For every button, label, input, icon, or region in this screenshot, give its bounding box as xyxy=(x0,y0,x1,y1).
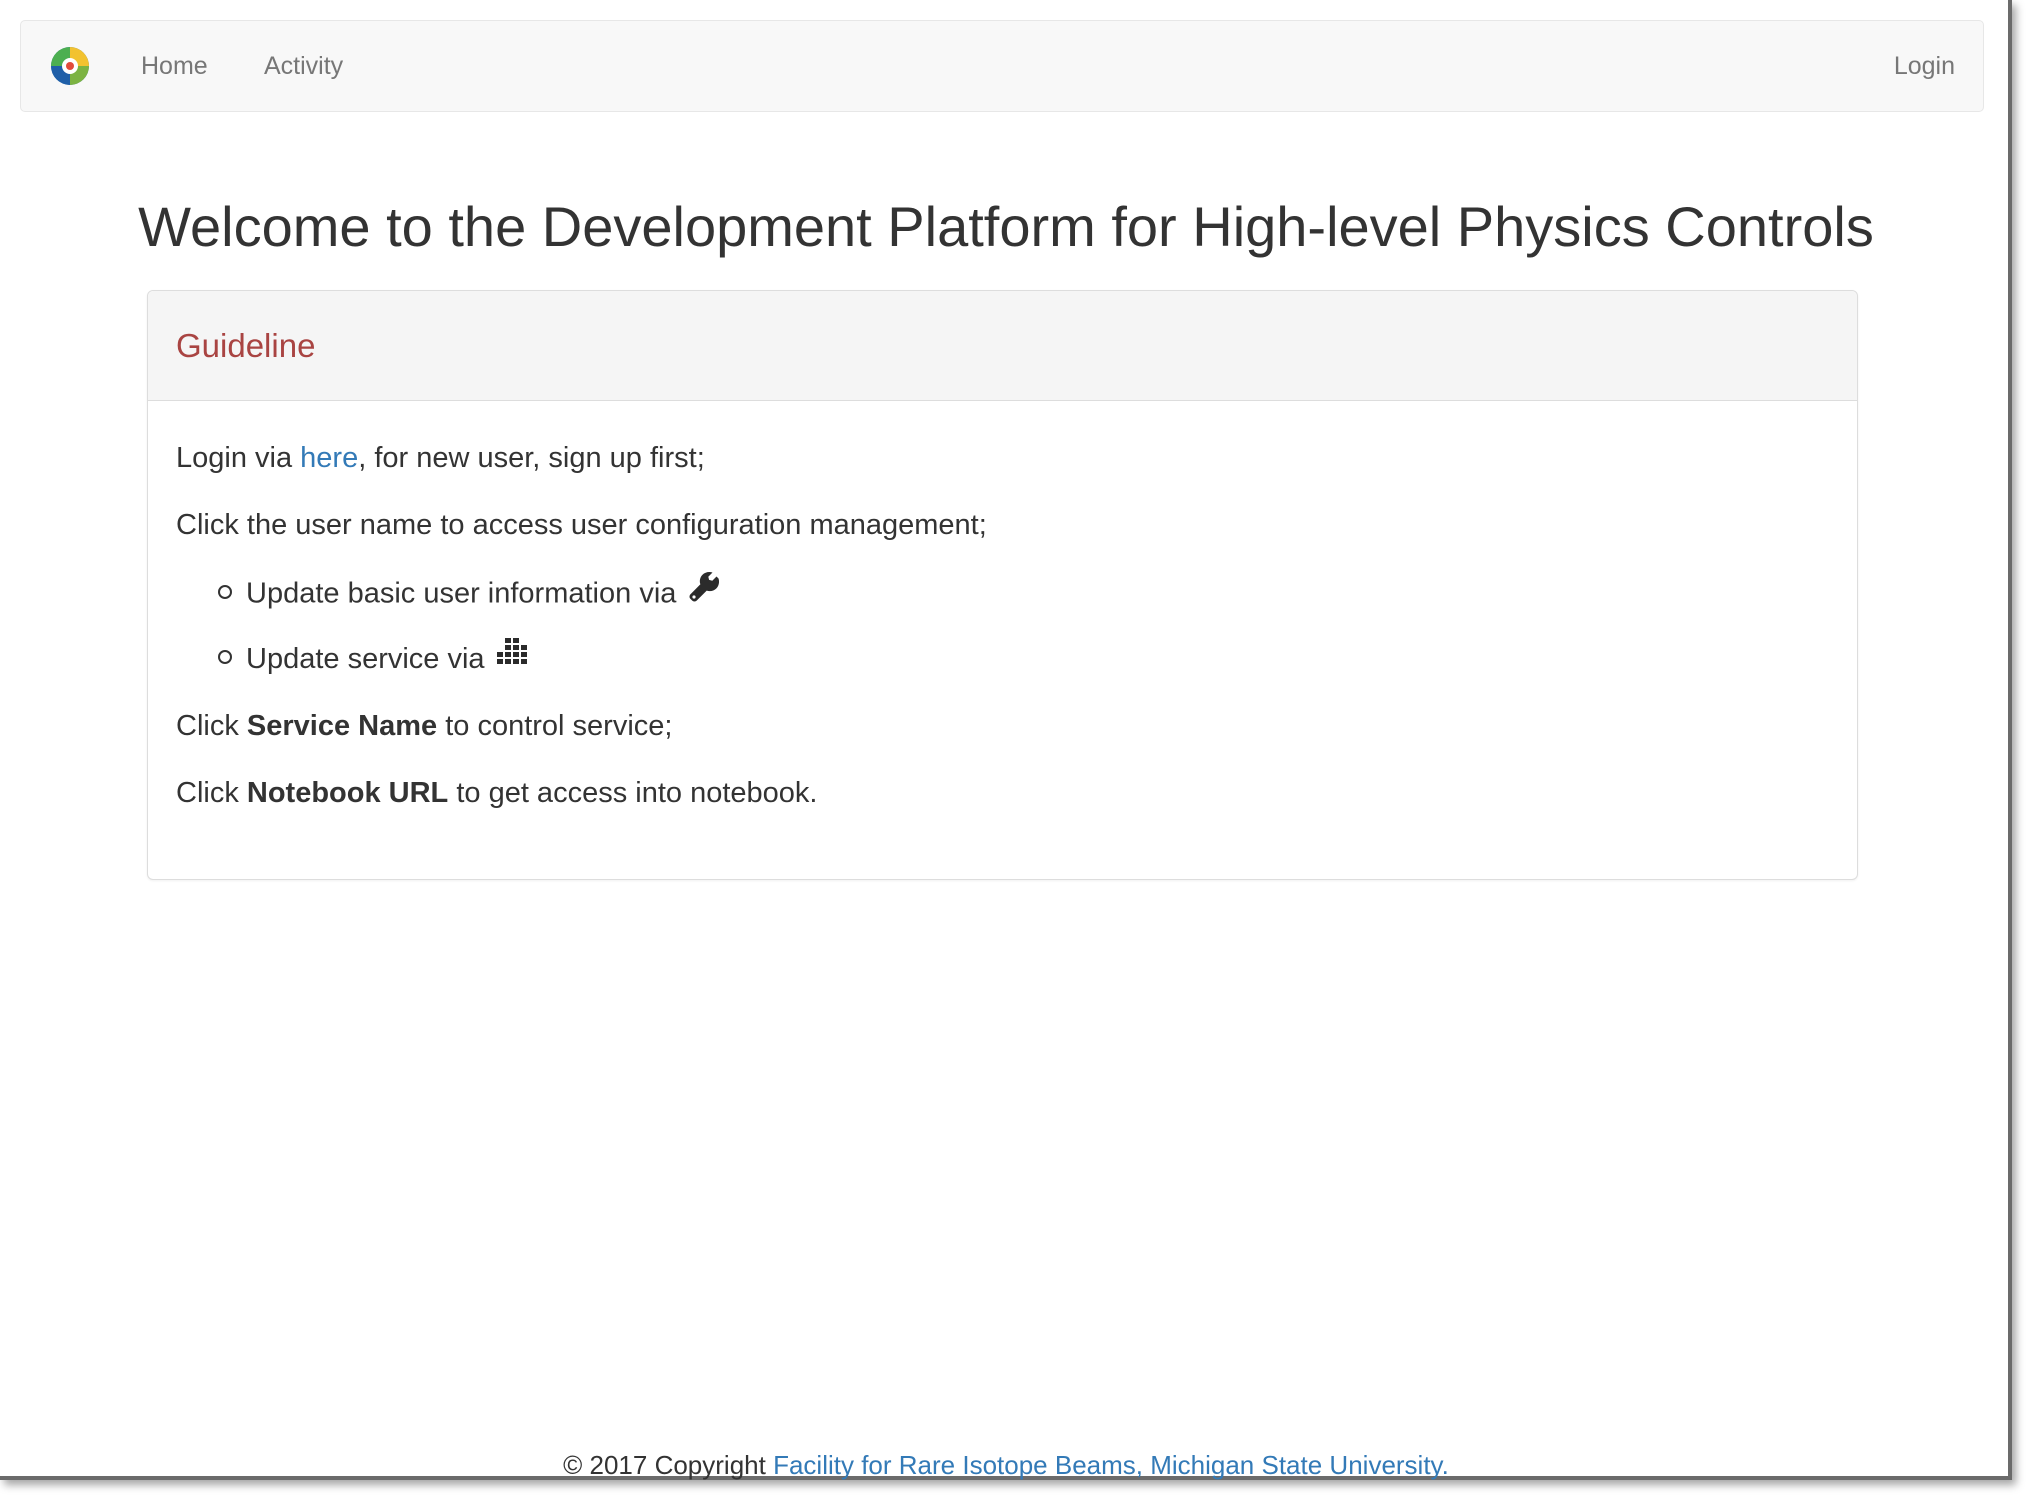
service-name-emphasis: Service Name xyxy=(246,710,438,742)
nav-home-link[interactable]: Home xyxy=(141,51,208,81)
notebook-line-prefix: Click xyxy=(176,777,247,809)
atom-logo-icon[interactable] xyxy=(49,45,91,87)
tasks-icon xyxy=(496,638,527,674)
page-title: Welcome to the Development Platform for … xyxy=(138,195,1874,258)
nav-activity-link[interactable]: Activity xyxy=(264,51,343,81)
panel-heading: Guideline xyxy=(148,291,1857,401)
wrench-icon xyxy=(688,571,720,611)
circle-bullet-icon xyxy=(218,650,232,665)
login-here-link[interactable]: here xyxy=(300,442,358,474)
copyright-text: © 2017 Copyright xyxy=(563,1450,774,1480)
update-info-text: Update basic user information via xyxy=(246,577,685,610)
guideline-login-line: Login via here, for new user, sign up fi… xyxy=(176,441,705,475)
guideline-notebook-line: Click Notebook URL to get access into no… xyxy=(176,776,817,810)
notebook-line-suffix: to get access into notebook. xyxy=(448,777,818,809)
service-line-prefix: Click xyxy=(176,710,247,742)
panel-title: Guideline xyxy=(176,327,316,364)
login-line-prefix: Login via xyxy=(176,442,301,474)
guideline-username-line: Click the user name to access user confi… xyxy=(176,509,987,541)
guideline-service-line: Click Service Name to control service; xyxy=(176,709,672,743)
top-navbar: Home Activity Login xyxy=(20,20,1984,112)
service-line-suffix: to control service; xyxy=(437,710,673,742)
circle-bullet-icon xyxy=(218,585,232,599)
list-item: Update service via xyxy=(218,638,527,678)
page-footer: © 2017 Copyright Facility for Rare Isoto… xyxy=(0,1450,2012,1480)
list-item: Update basic user information via xyxy=(218,571,720,615)
frib-msu-link[interactable]: Facility for Rare Isotope Beams, Michiga… xyxy=(773,1450,1449,1480)
login-line-suffix: , for new user, sign up first; xyxy=(358,442,705,474)
update-service-text: Update service via xyxy=(246,643,493,675)
browser-page: Home Activity Login Welcome to the Devel… xyxy=(0,0,2012,1480)
guideline-panel: Guideline Login via here, for new user, … xyxy=(147,290,1858,880)
notebook-url-emphasis: Notebook URL xyxy=(246,777,449,809)
nav-login-link[interactable]: Login xyxy=(1894,51,1955,81)
